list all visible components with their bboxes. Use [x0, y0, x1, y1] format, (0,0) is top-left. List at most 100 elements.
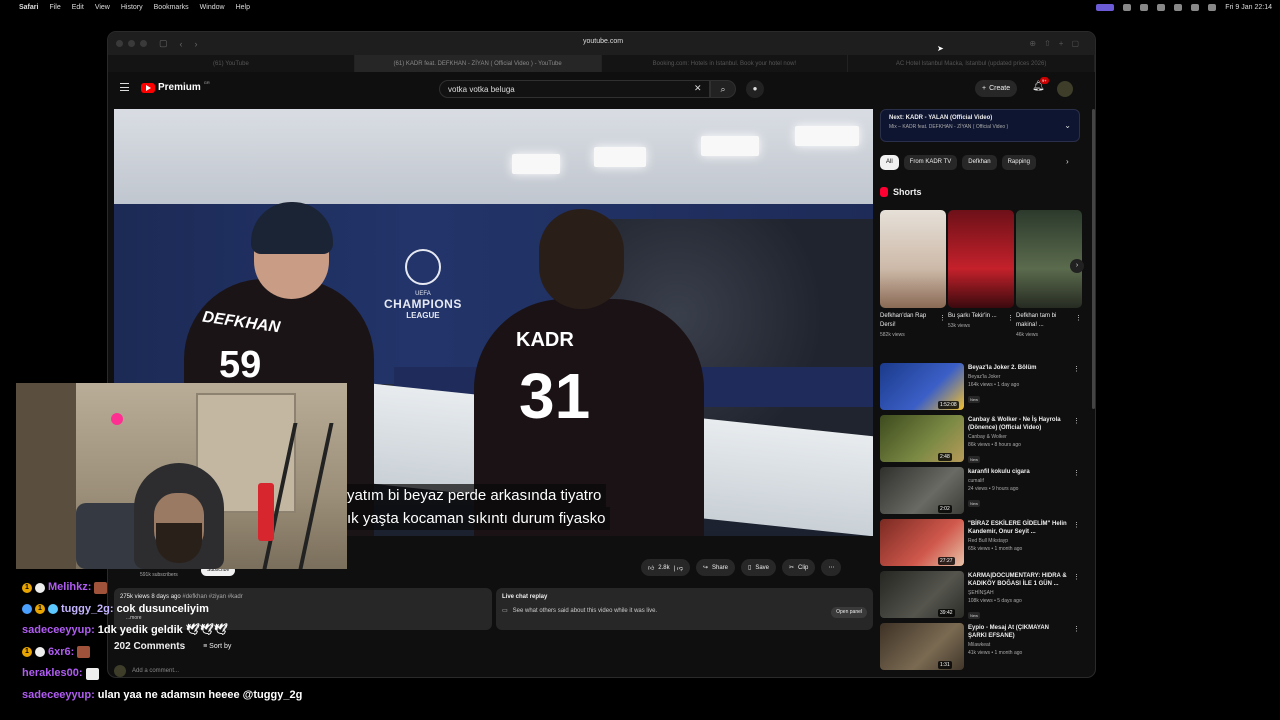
short-item[interactable]: Defkhan tam bi makina! ... 46k views ⋮ — [1016, 210, 1082, 338]
recommended-video[interactable]: 39:42 KARMA|DOCUMENTARY: HIDRA & KADIKÖY… — [880, 571, 1082, 619]
short-thumbnail[interactable] — [948, 210, 1014, 308]
video-title[interactable]: Canbay & Wolker - Ne İş Hayrola (Dönence… — [968, 416, 1068, 432]
forward-icon[interactable]: › — [195, 39, 198, 49]
chat-message: sadeceeyyup: 1dk yedik geldik 🕊🕊🕊 — [22, 620, 302, 642]
voice-search-icon[interactable]: ● — [746, 80, 764, 98]
short-title[interactable]: Defkhan'dan Rap Dersi! — [880, 312, 935, 330]
video-channel[interactable]: ŞEHİNŞAH — [968, 590, 1068, 596]
more-vert-icon[interactable]: ⋮ — [1073, 469, 1080, 477]
menu-edit[interactable]: Edit — [72, 4, 84, 11]
chip-all[interactable]: All — [880, 155, 899, 170]
clip-label: Clip — [798, 564, 809, 571]
stream-chat: 1 Melihkz: 1 tuggy_2g: cok dusunceliyim … — [22, 577, 302, 706]
clear-search-icon[interactable]: ✕ — [694, 83, 702, 94]
battery-icon[interactable] — [1157, 3, 1166, 11]
chevron-down-icon[interactable]: ⌄ — [1064, 121, 1071, 130]
clock[interactable]: Fri 9 Jan 22:14 — [1225, 4, 1272, 11]
back-icon[interactable]: ‹ — [180, 39, 183, 49]
share-button[interactable]: ↪ Share — [695, 559, 735, 576]
status-icon[interactable] — [1140, 3, 1149, 11]
window-controls — [116, 40, 147, 47]
create-button[interactable]: + Create — [975, 80, 1018, 97]
chip-defkhan[interactable]: Defkhan — [962, 155, 997, 170]
status-icon[interactable] — [1123, 3, 1132, 11]
close-window-button[interactable] — [116, 40, 123, 47]
menu-history[interactable]: History — [121, 4, 143, 11]
search-icon[interactable] — [1191, 3, 1200, 11]
menu-app[interactable]: Safari — [19, 4, 38, 11]
more-vert-icon[interactable]: ⋮ — [1075, 314, 1082, 322]
video-title[interactable]: Beyaz'la Joker 2. Bölüm — [968, 364, 1068, 372]
menu-bookmarks[interactable]: Bookmarks — [154, 4, 189, 11]
clip-button[interactable]: ✂ Clip — [782, 559, 816, 576]
short-item[interactable]: Defkhan'dan Rap Dersi! 582k views ⋮ — [880, 210, 946, 338]
short-thumbnail[interactable] — [1016, 210, 1082, 308]
more-actions-button[interactable]: ⋯ — [821, 559, 842, 576]
shorts-icon — [880, 187, 888, 197]
tab-kadr-video[interactable]: (61) KADR feat. DEFKHAN - ZİYAN ( Offici… — [354, 55, 602, 72]
recommended-video[interactable]: 1:52:08 Beyaz'la Joker 2. Bölüm Beyaz'la… — [880, 363, 1082, 411]
tab-hotel[interactable]: AC Hotel Istanbul Macka, Istanbul (updat… — [848, 55, 1095, 72]
video-channel[interactable]: Red Bull Mikstayp — [968, 538, 1068, 544]
menu-view[interactable]: View — [95, 4, 110, 11]
recommended-video[interactable]: 27:27 "BİRAZ ESKİLERE GİDELİM" Helin Kan… — [880, 519, 1082, 567]
menu-icon[interactable] — [120, 83, 129, 91]
dislike-icon[interactable]: | 👎︎ — [674, 564, 683, 572]
menu-file[interactable]: File — [49, 4, 60, 11]
short-title[interactable]: Bu şarkı Tekir'in ... — [948, 312, 1003, 321]
save-button[interactable]: ▯ Save — [741, 559, 776, 576]
video-title[interactable]: KARMA|DOCUMENTARY: HIDRA & KADIKÖY BOĞAS… — [968, 572, 1068, 588]
menubar: Safari File Edit View History Bookmarks … — [0, 0, 1280, 14]
zoom-window-button[interactable] — [140, 40, 147, 47]
video-channel[interactable]: Milawkeat — [968, 642, 1068, 648]
up-next-card[interactable]: Next: KADR - YALAN (Official Video) Mix … — [880, 109, 1080, 142]
logo-text: Premium — [158, 82, 201, 93]
more-vert-icon[interactable]: ⋮ — [1073, 573, 1080, 581]
chat-username: tuggy_2g: — [61, 602, 114, 615]
webcam-red-object — [258, 483, 274, 541]
video-channel[interactable]: cumalif — [968, 478, 1068, 484]
recommended-video[interactable]: 2:02 karanfil kokulu cigara cumalif 24 v… — [880, 467, 1082, 515]
more-vert-icon[interactable]: ⋮ — [1073, 417, 1080, 425]
open-panel-button[interactable]: Open panel — [831, 607, 867, 618]
control-center-icon[interactable] — [1208, 3, 1217, 11]
more-vert-icon[interactable]: ⋮ — [939, 314, 946, 322]
video-title[interactable]: Eypio - Mesaj At (ÇIKMAYAN ŞARKI EFSANE) — [968, 624, 1068, 640]
search-input[interactable]: votka votka beluga — [439, 80, 710, 98]
shorts-next-icon[interactable]: › — [1070, 259, 1084, 273]
menu-window[interactable]: Window — [200, 4, 225, 11]
more-vert-icon[interactable]: ⋮ — [1073, 625, 1080, 633]
search-button[interactable]: ⌕ — [710, 80, 736, 98]
filter-chips: All From KADR TV Defkhan Rapping — [880, 155, 1036, 170]
short-item[interactable]: Bu şarkı Tekir'in ... 53k views ⋮ — [948, 210, 1014, 329]
recommended-video[interactable]: 1:31 Eypio - Mesaj At (ÇIKMAYAN ŞARKI EF… — [880, 623, 1082, 671]
page-scrollbar[interactable] — [1092, 109, 1095, 409]
short-title[interactable]: Defkhan tam bi makina! ... — [1016, 312, 1071, 330]
tab-booking[interactable]: Booking.com: Hotels in Istanbul. Book yo… — [602, 55, 849, 72]
youtube-logo[interactable]: Premium GR — [141, 80, 210, 93]
status-app-icon[interactable] — [1096, 3, 1115, 11]
more-vert-icon[interactable]: ⋮ — [1073, 365, 1080, 373]
sidebar-toggle-icon[interactable]: ▢ — [159, 38, 168, 49]
chip-rapping[interactable]: Rapping — [1001, 155, 1036, 170]
like-button[interactable]: 👍︎ 2.8k | 👎︎ — [641, 559, 690, 576]
address-bar[interactable]: youtube.com — [583, 38, 623, 45]
video-lamp — [594, 147, 646, 167]
video-title[interactable]: "BİRAZ ESKİLERE GİDELİM" Helin Kandemir,… — [968, 520, 1068, 536]
more-vert-icon[interactable]: ⋮ — [1073, 521, 1080, 529]
mouse-cursor-icon: ➤ — [937, 44, 944, 53]
chip-from-kadr-tv[interactable]: From KADR TV — [903, 155, 958, 170]
video-channel[interactable]: Canbay & Wolker — [968, 434, 1068, 440]
menu-help[interactable]: Help — [236, 4, 250, 11]
toolbar-right-icons[interactable]: ⊕⇧+▢ — [1029, 39, 1087, 48]
more-vert-icon[interactable]: ⋮ — [1007, 314, 1014, 322]
minimize-window-button[interactable] — [128, 40, 135, 47]
video-channel[interactable]: Beyaz'la Joker — [968, 374, 1068, 380]
recommended-video[interactable]: 2:48 Canbay & Wolker - Ne İş Hayrola (Dö… — [880, 415, 1082, 463]
wifi-icon[interactable] — [1174, 3, 1183, 11]
video-title[interactable]: karanfil kokulu cigara — [968, 468, 1068, 476]
chevron-right-icon[interactable]: › — [1066, 157, 1069, 166]
short-thumbnail[interactable] — [880, 210, 946, 308]
avatar[interactable] — [1057, 81, 1073, 97]
tab-youtube[interactable]: (61) YouTube — [108, 55, 355, 72]
